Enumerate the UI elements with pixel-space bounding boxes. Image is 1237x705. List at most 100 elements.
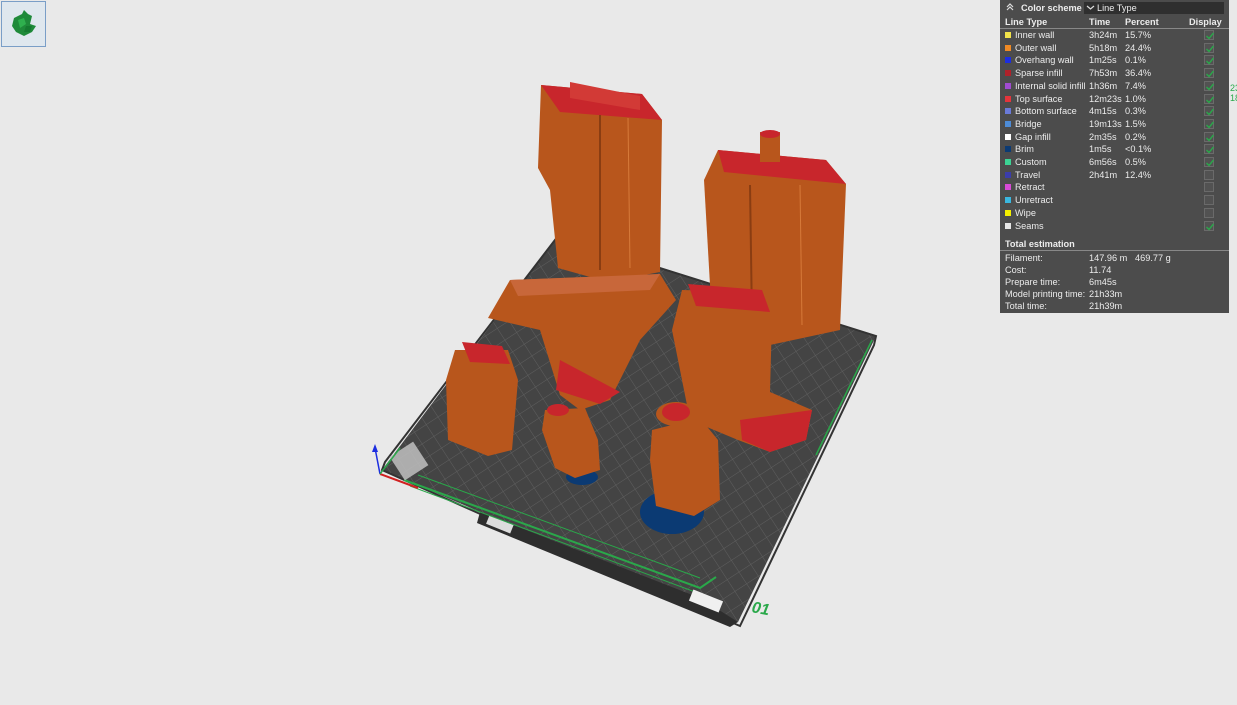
legend-panel: Color scheme Line Type Line Type Time Pe… — [1000, 0, 1229, 313]
color-scheme-dropdown[interactable]: Line Type — [1084, 2, 1224, 14]
color-swatch — [1005, 184, 1011, 191]
line-type-time: 2h41m — [1089, 169, 1118, 180]
display-checkbox[interactable] — [1204, 144, 1215, 155]
line-type-label: Bottom surface — [1015, 106, 1077, 117]
side-number-top: 23 — [1230, 83, 1237, 93]
checkmark-icon — [1206, 159, 1215, 167]
display-checkbox[interactable] — [1204, 195, 1214, 206]
color-swatch — [1005, 32, 1011, 38]
legend-row: Bottom surface 4m15s 0.3% — [1000, 106, 1229, 119]
divider — [1000, 28, 1229, 29]
line-type-percent: 1.5% — [1125, 118, 1146, 129]
line-type-label: Gap infill — [1015, 131, 1051, 142]
checkmark-icon — [1206, 108, 1215, 116]
legend-row: Wipe — [1000, 207, 1229, 221]
color-swatch — [1005, 171, 1011, 178]
col-display: Display — [1189, 17, 1222, 27]
checkmark-icon — [1206, 45, 1215, 53]
line-type-label: Overhang wall — [1015, 55, 1074, 66]
line-type-time: 1m25s — [1089, 55, 1117, 66]
line-type-time: 19m13s — [1089, 118, 1122, 129]
line-type-percent: 1.0% — [1125, 93, 1146, 104]
line-type-percent: 0.1% — [1125, 55, 1146, 66]
color-swatch — [1005, 146, 1011, 153]
display-checkbox[interactable] — [1204, 55, 1215, 66]
line-type-percent: 12.4% — [1125, 169, 1152, 180]
legend-row: Inner wall 3h24m 15.7% — [1000, 30, 1229, 43]
line-type-label: Retract — [1015, 182, 1045, 193]
display-checkbox[interactable] — [1204, 80, 1215, 91]
color-swatch — [1005, 44, 1011, 51]
line-type-time: 7h53m — [1089, 68, 1118, 79]
side-number-bottom: 18 — [1230, 93, 1237, 103]
color-swatch — [1005, 209, 1011, 216]
total-filament-row: Filament: 147.96 m 469.77 g — [1000, 253, 1229, 265]
line-type-time: 12m23s — [1089, 93, 1122, 104]
plate-thumbnail[interactable] — [1, 1, 46, 47]
legend-row: Internal solid infill 1h36m 7.4% — [1000, 80, 1229, 94]
color-swatch — [1005, 120, 1011, 127]
color-swatch — [1005, 70, 1011, 77]
line-type-percent: 24.4% — [1125, 42, 1152, 53]
line-type-label: Unretract — [1015, 195, 1053, 206]
display-checkbox[interactable] — [1204, 182, 1214, 193]
prepare-time-label: Prepare time: — [1005, 277, 1061, 287]
legend-row: Overhang wall 1m25s 0.1% — [1000, 55, 1229, 68]
display-checkbox[interactable] — [1204, 30, 1215, 40]
line-type-time: 5h18m — [1089, 42, 1118, 53]
line-type-percent: 0.2% — [1125, 131, 1146, 142]
part-left-block — [446, 342, 518, 456]
line-type-label: Internal solid infill — [1015, 80, 1086, 91]
legend-row: Outer wall 5h18m 24.4% — [1000, 42, 1229, 56]
total-time-row: Total time: 21h39m — [1000, 301, 1229, 313]
line-type-label: Bridge — [1015, 118, 1042, 129]
checkmark-icon — [1206, 70, 1215, 78]
model-time-label: Model printing time: — [1005, 289, 1086, 299]
part-tall-back-left — [538, 82, 662, 282]
line-type-label: Outer wall — [1015, 42, 1057, 53]
color-swatch — [1005, 133, 1011, 140]
line-type-percent: <0.1% — [1125, 144, 1152, 155]
legend-row: Gap infill 2m35s 0.2% — [1000, 131, 1229, 145]
cost-label: Cost: — [1005, 265, 1027, 275]
filament-weight: 469.77 g — [1135, 253, 1171, 263]
display-checkbox[interactable] — [1204, 157, 1215, 167]
legend-row: Retract — [1000, 182, 1229, 195]
plate-number: 01 — [750, 599, 771, 619]
model-time-value: 21h33m — [1089, 289, 1123, 299]
total-cost-row: Cost: 11.74 — [1000, 265, 1229, 277]
display-checkbox[interactable] — [1204, 118, 1215, 129]
filament-label: Filament: — [1005, 253, 1043, 263]
total-time-label: Total time: — [1005, 301, 1047, 311]
display-checkbox[interactable] — [1204, 106, 1215, 117]
display-checkbox[interactable] — [1204, 220, 1215, 231]
color-swatch — [1005, 197, 1011, 204]
display-checkbox[interactable] — [1204, 207, 1214, 218]
line-type-label: Custom — [1015, 157, 1047, 167]
checkmark-icon — [1206, 83, 1215, 91]
line-type-time: 2m35s — [1089, 131, 1117, 142]
checkmark-icon — [1206, 134, 1215, 142]
total-model-row: Model printing time: 21h33m — [1000, 289, 1229, 301]
checkmark-icon — [1206, 96, 1215, 104]
display-checkbox[interactable] — [1204, 42, 1215, 53]
legend-row: Bridge 19m13s 1.5% — [1000, 118, 1229, 132]
col-time: Time — [1089, 17, 1111, 27]
color-swatch — [1005, 159, 1011, 165]
line-type-label: Sparse infill — [1015, 68, 1063, 79]
line-type-label: Inner wall — [1015, 30, 1055, 40]
plate-preview-icon — [12, 10, 36, 36]
display-checkbox[interactable] — [1204, 68, 1215, 79]
checkmark-icon — [1206, 223, 1215, 231]
collapse-chevron-icon[interactable] — [1005, 2, 1015, 12]
legend-row: Travel 2h41m 12.4% — [1000, 169, 1229, 183]
filament-length: 147.96 m — [1089, 253, 1128, 263]
line-type-time: 1m5s — [1089, 144, 1112, 155]
display-checkbox[interactable] — [1204, 93, 1215, 104]
display-checkbox[interactable] — [1204, 169, 1214, 180]
display-checkbox[interactable] — [1204, 131, 1215, 142]
color-swatch — [1005, 222, 1011, 229]
line-type-percent: 7.4% — [1125, 80, 1146, 91]
divider — [1000, 250, 1229, 251]
legend-row: Seams — [1000, 220, 1229, 234]
